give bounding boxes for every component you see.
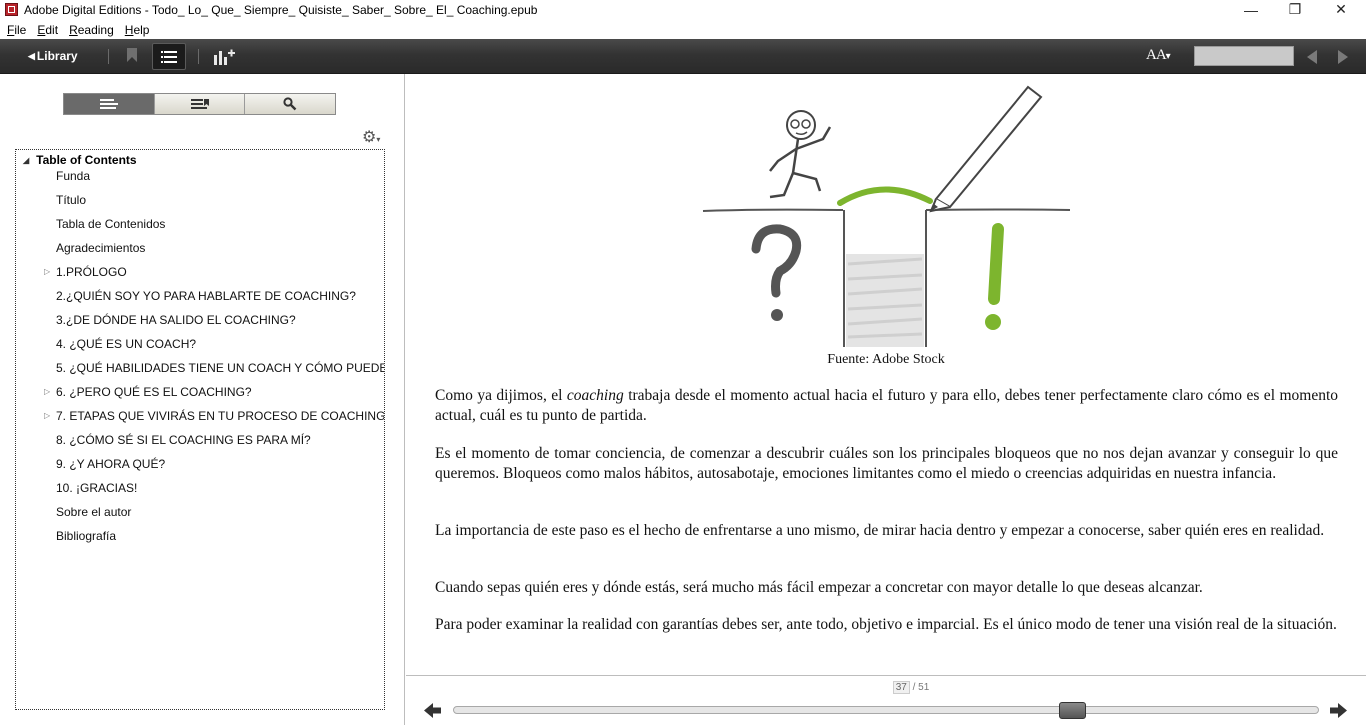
- close-button[interactable]: ✕: [1318, 0, 1364, 19]
- toc-view-button[interactable]: [152, 43, 186, 70]
- toc-list-icon: [99, 98, 118, 109]
- font-size-label: AA: [1146, 47, 1167, 63]
- restore-button[interactable]: ❐: [1272, 0, 1318, 19]
- collapse-icon[interactable]: ◢: [23, 156, 29, 165]
- paragraph-emphasis: coaching: [566, 387, 624, 404]
- toc-item-quien-soy-yo[interactable]: 2.¿QUIÉN SOY YO PARA HABLARTE DE COACHIN…: [56, 288, 356, 304]
- toc-item-habilidades-coach[interactable]: 5. ¿QUÉ HABILIDADES TIENE UN COACH Y CÓM…: [56, 360, 384, 376]
- paragraph: Es el momento de tomar conciencia, de co…: [435, 445, 1338, 482]
- current-page-field[interactable]: 37: [892, 681, 910, 694]
- toc-item-agradecimientos[interactable]: Agradecimientos: [56, 240, 145, 256]
- paragraph: Para poder examinar la realidad con gara…: [435, 616, 1337, 633]
- tab-search[interactable]: [245, 94, 336, 114]
- table-of-contents: ◢ Table of Contents Funda Título Tabla d…: [15, 149, 385, 710]
- toc-item-etapas[interactable]: 7. ETAPAS QUE VIVIRÁS EN TU PROCESO DE C…: [56, 408, 384, 424]
- previous-page-arrow-icon[interactable]: [424, 702, 441, 719]
- expand-arrow-icon[interactable]: ▷: [44, 264, 50, 280]
- page-slider[interactable]: [453, 702, 1319, 719]
- toc-item-de-donde-ha-salido[interactable]: 3.¿DE DÓNDE HA SALIDO EL COACHING?: [56, 312, 296, 328]
- title-bar: Adobe Digital Editions - Todo_ Lo_ Que_ …: [0, 0, 1366, 19]
- menu-edit[interactable]: Edit: [33, 23, 62, 37]
- previous-page-icon[interactable]: [1307, 50, 1317, 64]
- app-icon: [5, 3, 18, 16]
- menu-help[interactable]: Help: [121, 23, 154, 37]
- toc-item-tabla-de-contenidos[interactable]: Tabla de Contenidos: [56, 216, 165, 232]
- bookmark-button[interactable]: [124, 48, 140, 65]
- tab-bookmarks[interactable]: [154, 94, 246, 114]
- gear-icon[interactable]: ⚙▾: [362, 127, 380, 147]
- paragraph: Cuando sepas quién eres y dónde estás, s…: [435, 579, 1203, 596]
- toolbar-divider: [108, 49, 109, 64]
- bookmarks-icon: [190, 98, 209, 109]
- sidebar-view-switcher: [63, 93, 336, 115]
- toc-item-bibliografia[interactable]: Bibliografía: [56, 528, 116, 544]
- menu-reading[interactable]: Reading: [65, 23, 118, 37]
- paragraph: Como ya dijimos, el coaching trabaja des…: [435, 386, 1338, 426]
- toc-header-label: Table of Contents: [36, 153, 137, 167]
- back-arrow-icon: ◀: [28, 50, 35, 61]
- tab-table-of-contents[interactable]: [64, 94, 155, 114]
- page-slider-handle[interactable]: [1059, 702, 1086, 719]
- toc-header[interactable]: ◢ Table of Contents: [23, 153, 137, 167]
- window-title: Adobe Digital Editions - Todo_ Lo_ Que_ …: [24, 2, 538, 17]
- toc-item-que-es-un-coach[interactable]: 4. ¿QUÉ ES UN COACH?: [56, 336, 196, 352]
- toc-item-funda[interactable]: Funda: [56, 168, 90, 184]
- next-page-arrow-icon[interactable]: [1330, 702, 1347, 719]
- toolbar: ◀ Library AA▾: [0, 39, 1366, 74]
- minimize-button[interactable]: —: [1228, 0, 1274, 19]
- font-size-caret-icon: ▾: [1165, 51, 1171, 62]
- menu-file[interactable]: File: [3, 23, 30, 37]
- bookmark-icon: [127, 48, 137, 62]
- page-search-input[interactable]: [1194, 46, 1294, 66]
- toc-item-sobre-el-autor[interactable]: Sobre el autor: [56, 504, 131, 520]
- list-icon: [161, 50, 177, 63]
- toc-item-y-ahora-que[interactable]: 9. ¿Y AHORA QUÉ?: [56, 456, 165, 472]
- toc-item-que-es-el-coaching[interactable]: 6. ¿PERO QUÉ ES EL COACHING?: [56, 384, 252, 400]
- library-label: Library: [36, 49, 78, 63]
- image-caption: Fuente: Adobe Stock: [827, 352, 945, 367]
- sidebar: ⚙▾ ◢ Table of Contents Funda Título Tabl…: [0, 74, 405, 725]
- page-indicator: 37 / 51: [406, 681, 1366, 694]
- expand-arrow-icon[interactable]: ▷: [44, 408, 50, 424]
- bar-chart-plus-icon: [214, 49, 235, 65]
- page-navigation-bar: 37 / 51: [406, 675, 1366, 725]
- paragraph: La importancia de este paso es el hecho …: [435, 522, 1325, 539]
- toc-item-prologo[interactable]: 1.PRÓLOGO: [56, 264, 127, 280]
- expand-arrow-icon[interactable]: ▷: [44, 384, 50, 400]
- toc-item-como-se-si[interactable]: 8. ¿CÓMO SÉ SI EL COACHING ES PARA MÍ?: [56, 432, 311, 448]
- add-chart-button[interactable]: [213, 47, 235, 65]
- library-button[interactable]: ◀ Library: [28, 47, 78, 65]
- next-page-icon[interactable]: [1338, 50, 1348, 64]
- toolbar-divider: [198, 49, 199, 64]
- illustration-image: [702, 85, 1071, 347]
- menu-bar: File Edit Reading Help: [0, 20, 1366, 39]
- total-pages: / 51: [912, 682, 930, 693]
- toc-item-gracias[interactable]: 10. ¡GRACIAS!: [56, 480, 137, 496]
- toc-item-titulo[interactable]: Título: [56, 192, 86, 208]
- search-icon: [283, 97, 297, 111]
- reading-pane: Fuente: Adobe Stock Como ya dijimos, el …: [406, 74, 1366, 675]
- paragraph-text: Como ya dijimos, el: [435, 387, 567, 404]
- font-size-button[interactable]: AA▾: [1146, 47, 1171, 64]
